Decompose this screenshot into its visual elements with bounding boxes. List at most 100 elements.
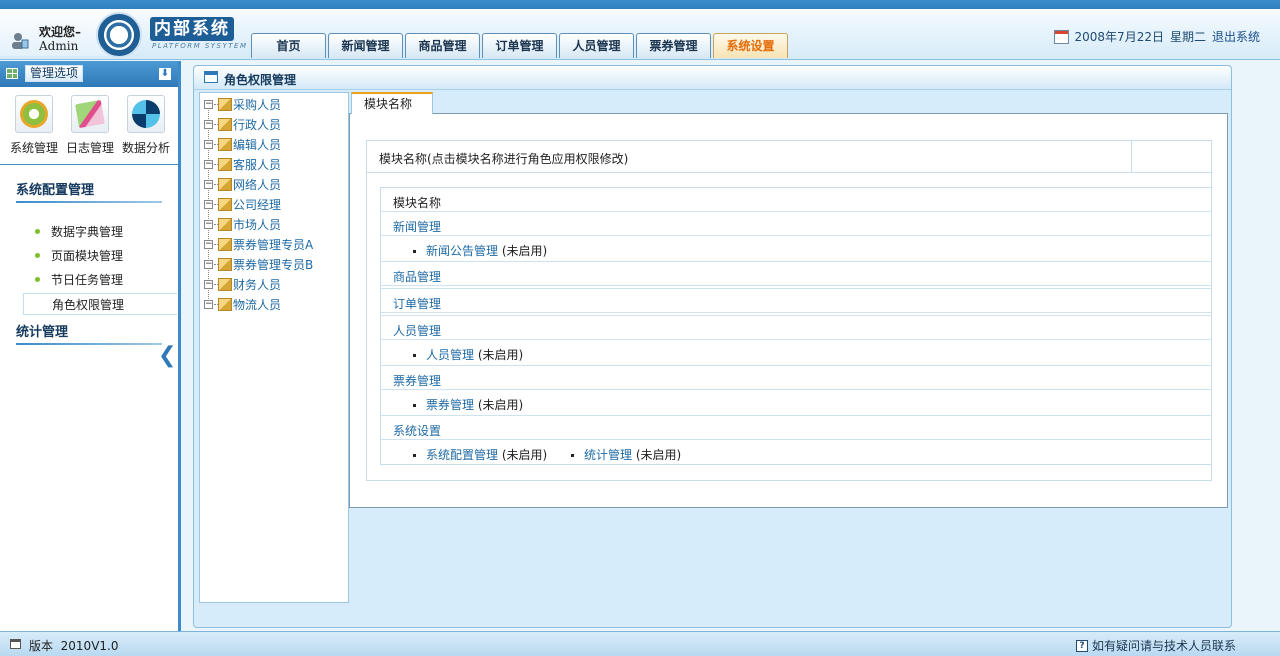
version-info: 版本 2010V1.0 [29,639,119,653]
quick-system-manage[interactable]: 系统管理 [6,95,62,156]
module-items-news: 新闻公告管理 (未启用) [381,236,1211,262]
collapse-sidebar-icon[interactable]: ❮ [158,345,180,367]
module-link-statistics[interactable]: 统计管理 [584,448,632,462]
module-items-tickets: 票券管理 (未启用) [381,390,1211,416]
expand-icon[interactable]: − [204,219,213,229]
expand-icon[interactable]: − [204,139,213,149]
module-group-orders[interactable]: 订单管理 [381,289,1211,313]
tree-node-role[interactable]: − 物流人员 [204,295,281,313]
module-items-system: 系统配置管理 (未启用) 统计管理 (未启用) [381,440,1211,466]
section-title-statistics[interactable]: 统计管理 [0,321,68,340]
logo-icon [96,12,142,58]
tab-news[interactable]: 新闻管理 [328,33,403,58]
module-link-staff[interactable]: 人员管理 [426,348,474,362]
tree-node-role[interactable]: − 网络人员 [204,175,281,193]
sidebar-item-data-dictionary[interactable]: 数据字典管理 [23,221,177,243]
package-icon [218,277,232,291]
tree-node-role[interactable]: − 票券管理专员B [204,255,313,273]
column-divider [1131,141,1132,173]
sidebar-title: 管理选项 [25,65,84,82]
expand-icon[interactable]: − [204,259,213,269]
module-list: 模块名称 新闻管理 新闻公告管理 (未启用) 商品管理 订单管理 人员管理 人员… [380,187,1211,465]
tree-node-role[interactable]: − 行政人员 [204,115,281,133]
module-item: 新闻公告管理 (未启用) [413,242,547,259]
tree-node-role[interactable]: − 市场人员 [204,215,281,233]
logo-subtitle: PLATFORM SYSYTEM [152,42,248,50]
sidebar-item-role-permission[interactable]: 角色权限管理 [23,293,177,315]
module-link-news-notice[interactable]: 新闻公告管理 [426,244,498,258]
package-icon [218,177,232,191]
tab-orders[interactable]: 订单管理 [482,33,557,58]
expand-icon[interactable]: − [204,119,213,129]
module-group-goods[interactable]: 商品管理 [381,262,1211,286]
calendar-icon [1053,29,1069,44]
bullet-icon [35,277,40,282]
module-link-tickets[interactable]: 票券管理 [426,398,474,412]
logout-link[interactable]: 退出系统 [1212,28,1260,45]
quick-log-manage[interactable]: 日志管理 [62,95,118,156]
user-icon [10,31,30,51]
tree-node-role[interactable]: − 客服人员 [204,155,281,173]
package-icon [218,297,232,311]
package-icon [218,117,232,131]
tree-node-role[interactable]: − 采购人员 [204,95,281,113]
tree-node-role[interactable]: − 票券管理专员A [204,235,313,253]
chart-icon [132,100,160,128]
package-icon [218,97,232,111]
module-item: 系统配置管理 (未启用) [413,446,547,463]
tab-tickets[interactable]: 票券管理 [636,33,711,58]
tab-staff[interactable]: 人员管理 [559,33,634,58]
section-underline [16,201,162,203]
quick-data-analysis[interactable]: 数据分析 [118,95,174,156]
module-content: 模块名称 模块名称(点击模块名称进行角色应用权限修改) 模块名称 新闻管理 新闻… [349,92,1228,508]
tab-system-settings[interactable]: 系统设置 [713,33,788,58]
expand-icon[interactable]: − [204,199,213,209]
collapse-down-icon[interactable]: ⬇ [159,68,171,80]
module-group-system[interactable]: 系统设置 [381,416,1211,440]
main-nav-tabs: 首页 新闻管理 商品管理 订单管理 人员管理 票券管理 系统设置 [251,33,788,58]
tree-node-role[interactable]: − 财务人员 [204,275,281,293]
expand-icon[interactable]: − [204,179,213,189]
expand-icon[interactable]: − [204,299,213,309]
sidebar-item-holiday-task[interactable]: 节日任务管理 [23,269,177,291]
quick-label: 数据分析 [121,141,170,155]
package-icon [218,157,232,171]
main-panel: 角色权限管理 − 采购人员 − 行政人员 − 编辑人员 − 客服人员 − 网络人员 − 公司… [193,65,1232,628]
sidebar-header: 管理选项 ⬇ [0,61,178,87]
expand-icon[interactable]: − [204,239,213,249]
window-icon [204,71,218,83]
package-icon [218,137,232,151]
expand-icon[interactable]: − [204,99,213,109]
tab-home[interactable]: 首页 [251,33,326,58]
module-group-news[interactable]: 新闻管理 [381,212,1211,236]
quick-label: 系统管理 [9,141,58,155]
welcome-text: 欢迎您– [39,25,82,39]
username: Admin [39,39,79,53]
expand-icon[interactable]: − [204,279,213,289]
module-item: 人员管理 (未启用) [413,346,523,363]
grid-icon [6,68,18,79]
sidebar-item-page-module[interactable]: 页面模块管理 [23,245,177,267]
tab-module-name[interactable]: 模块名称 [351,92,433,114]
tree-node-role[interactable]: − 编辑人员 [204,135,281,153]
module-items-staff: 人员管理 (未启用) [381,340,1211,366]
footer-bar: 版本 2010V1.0 ? 如有疑问请与技术人员联系 [0,631,1280,656]
tree-node-role[interactable]: − 公司经理 [204,195,281,213]
bullet-icon [35,253,40,258]
quick-label: 日志管理 [65,141,114,155]
module-list-header: 模块名称 [381,188,1211,212]
module-table-header-text: 模块名称(点击模块名称进行角色应用权限修改) [379,152,629,166]
divider [0,164,178,165]
help-link[interactable]: ? 如有疑问请与技术人员联系 [1075,637,1236,654]
module-link-system-config[interactable]: 系统配置管理 [426,448,498,462]
role-tree: − 采购人员 − 行政人员 − 编辑人员 − 客服人员 − 网络人员 − 公司经理 − 市场人… [199,92,349,603]
package-icon [218,237,232,251]
module-group-tickets[interactable]: 票券管理 [381,366,1211,390]
module-group-staff[interactable]: 人员管理 [381,316,1211,340]
left-sidebar: 管理选项 ⬇ 系统管理 日志管理 数据分析 系统配置管理 数据字典管理 页面模块… [0,61,181,631]
module-item: 统计管理 (未启用) [571,446,681,463]
bullet-icon [35,229,40,234]
expand-icon[interactable]: − [204,159,213,169]
section-title-system-config[interactable]: 系统配置管理 [0,179,94,198]
tab-goods[interactable]: 商品管理 [405,33,480,58]
